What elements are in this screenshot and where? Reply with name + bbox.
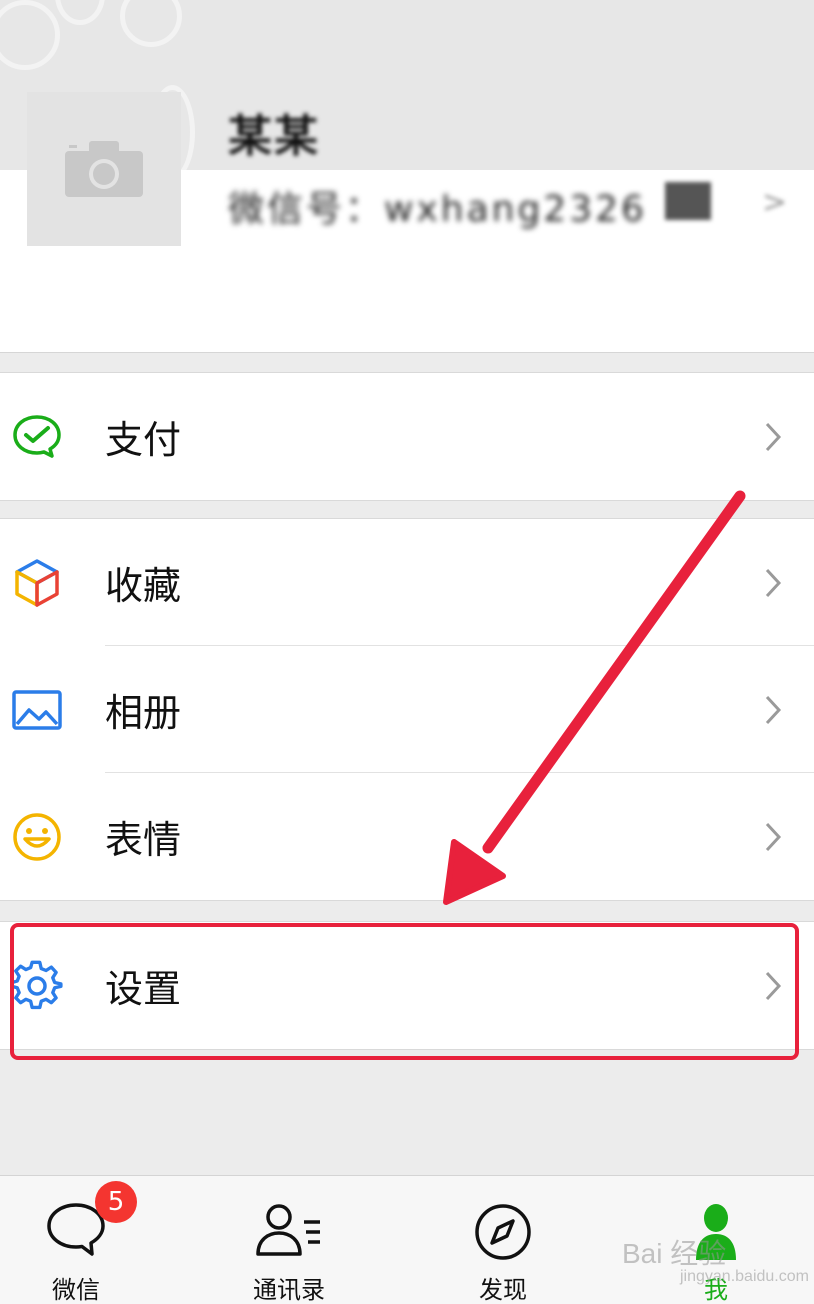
qr-code-icon[interactable] [665, 182, 711, 220]
cube-icon [15, 558, 59, 607]
chevron-right-icon [765, 822, 782, 851]
camera-icon [65, 141, 143, 197]
watermark-sub: jingyan.baidu.com [680, 1268, 809, 1285]
tab-discover-label: 发现 [479, 1276, 527, 1304]
tab-contacts[interactable]: 通讯录 [229, 1176, 349, 1304]
contacts-icon [256, 1204, 320, 1256]
profile-nickname: 某某 [228, 111, 320, 162]
tab-discover[interactable]: 发现 [443, 1176, 563, 1304]
chevron-right-icon [765, 695, 782, 724]
menu-item-pay[interactable]: 支付 [0, 373, 814, 500]
menu-item-favorites[interactable]: 收藏 [0, 519, 814, 646]
menu-item-favorites-label: 收藏 [105, 564, 182, 608]
watermark: Bai 经验 [622, 1238, 727, 1269]
menu-item-pay-label: 支付 [105, 418, 182, 462]
profile-chevron-icon: > [762, 185, 788, 220]
menu-group-content: 收藏 相册 表情 [0, 518, 814, 901]
chevron-right-icon [765, 568, 782, 597]
unread-badge: 5 [95, 1181, 137, 1223]
tab-contacts-label: 通讯录 [253, 1276, 325, 1304]
tab-chats-label: 微信 [52, 1276, 100, 1304]
compass-icon [475, 1204, 531, 1260]
menu-item-stickers[interactable]: 表情 [0, 773, 814, 900]
menu-item-album-label: 相册 [105, 691, 182, 735]
profile-wechat-id: 微信号：wxhang2326 [228, 189, 647, 230]
menu-item-album[interactable]: 相册 [0, 646, 814, 773]
menu-group-pay: 支付 [0, 372, 814, 501]
smiley-icon [13, 812, 61, 861]
highlight-box [10, 923, 799, 1060]
menu-item-stickers-label: 表情 [105, 818, 182, 862]
avatar[interactable] [27, 92, 181, 246]
picture-icon [12, 689, 62, 730]
chevron-right-icon [765, 422, 782, 451]
wechat-pay-icon [13, 414, 61, 458]
